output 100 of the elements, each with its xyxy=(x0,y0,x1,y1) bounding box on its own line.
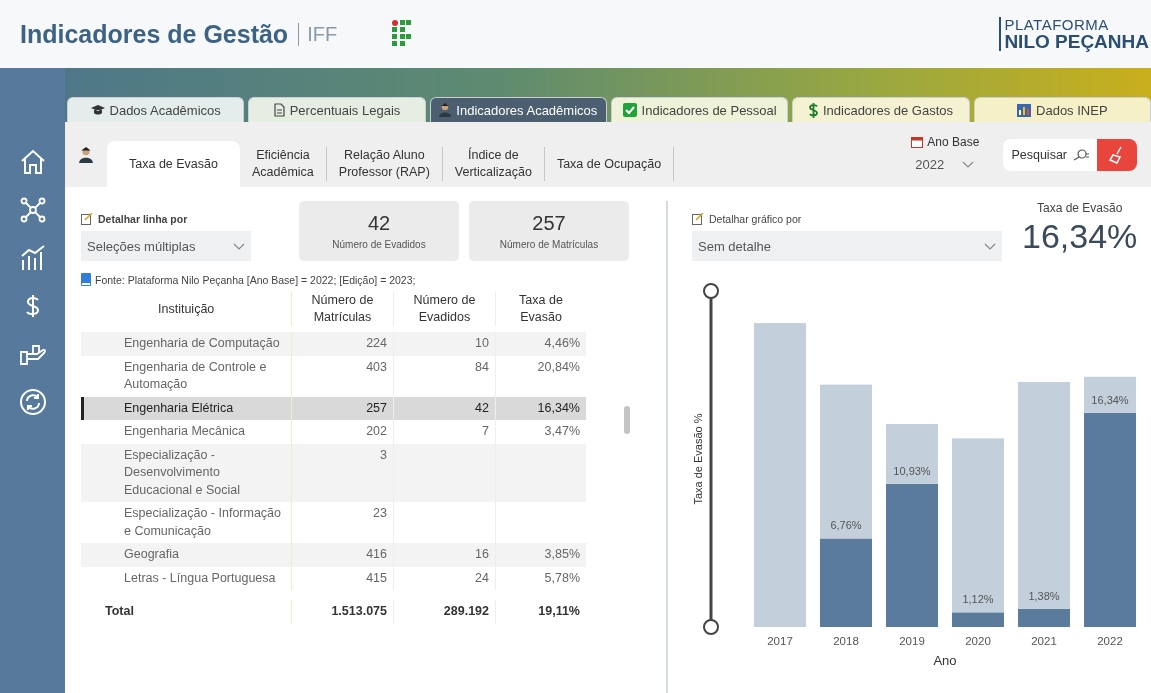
table-cell: 3,47% xyxy=(544,424,580,438)
table-cell: 7 xyxy=(482,424,489,438)
chart-detail-dropdown[interactable]: Sem detalhe xyxy=(692,231,1002,261)
table-cell: Letras - Língua Portuguesa xyxy=(124,570,276,585)
table-row[interactable]: Geografia 416 16 3,85% xyxy=(81,543,586,567)
column-header[interactable]: Número de Evadidos xyxy=(393,292,495,326)
table-row[interactable]: Especialização - Desenvolvimento Educacional e Social 3 xyxy=(81,443,586,502)
bar[interactable] xyxy=(952,612,1004,627)
x-axis-label: 2018 xyxy=(833,635,859,647)
chevron-down-icon xyxy=(962,161,975,168)
table-row[interactable]: Letras - Língua Portuguesa 415 24 5,78% xyxy=(81,566,586,590)
x-axis-label: 2017 xyxy=(767,635,793,647)
table-cell: 224 xyxy=(366,336,387,350)
chevron-down-icon xyxy=(233,242,245,250)
table-cell: Geografia xyxy=(124,547,179,561)
subtab[interactable]: Relação Aluno Professor (RAP) xyxy=(326,147,443,181)
tab[interactable]: Percentuais Legais xyxy=(248,97,426,122)
kpi-value: 257 xyxy=(532,212,566,235)
total-cell: Total xyxy=(105,604,134,618)
document-icon xyxy=(273,103,285,117)
tab[interactable]: Indicadores Acadêmicos xyxy=(429,97,607,122)
x-axis-label: 2022 xyxy=(1097,635,1123,647)
calendar-icon xyxy=(911,136,924,148)
note-icon xyxy=(81,213,93,225)
table-cell: 5,78% xyxy=(544,570,580,585)
person-icon xyxy=(79,146,93,163)
dollar-icon xyxy=(808,102,818,118)
tab[interactable]: Dados Acadêmicos xyxy=(67,97,245,122)
table-cell: Engenharia Mecânica xyxy=(124,424,245,438)
table-cell: Especialização - Desenvolvimento Educacional e Social xyxy=(124,447,241,497)
year-filter-label: Ano Base xyxy=(927,135,980,149)
data-label: 1,38% xyxy=(1028,589,1060,602)
table-cell: 415 xyxy=(366,570,387,585)
person-icon xyxy=(439,103,452,117)
data-label: 16,34% xyxy=(1091,393,1129,406)
kpi-value: 42 xyxy=(367,212,391,235)
subtab[interactable]: Taxa de Ocupação xyxy=(544,147,675,181)
kpi-label: Número de Matrículas xyxy=(499,239,599,250)
total-cell: 19,11% xyxy=(538,604,580,618)
detail-line-label: Detalhar linha por xyxy=(98,213,188,225)
table-cell: 23 xyxy=(373,506,387,520)
org-name: IFF xyxy=(298,22,338,46)
x-axis-label: 2020 xyxy=(965,635,991,647)
data-label: 1,12% xyxy=(962,593,994,606)
subtab[interactable]: Índice de Verticalização xyxy=(442,147,545,181)
clear-filters-button[interactable] xyxy=(1097,138,1137,171)
table-cell: Especialização - Informação e Comunicação xyxy=(124,506,282,538)
kpi-label: Número de Evadidos xyxy=(332,239,426,250)
y-axis-title: Taxa de Evasão % xyxy=(692,413,704,505)
institute-logo-icon xyxy=(391,19,414,49)
broom-icon xyxy=(1109,145,1125,164)
table-row[interactable]: Engenharia de Controle e Automação 403 84 20,84% xyxy=(81,355,586,397)
total-cell: 1.513.075 xyxy=(331,604,387,618)
scrollbar-thumb[interactable] xyxy=(624,406,630,434)
x-axis-title: Ano xyxy=(933,653,957,668)
page-title: Indicadores de Gestão xyxy=(20,19,289,49)
table-cell: 84 xyxy=(475,359,489,374)
data-label: 10,93% xyxy=(893,464,931,477)
platform-logo: PLATAFORMA NILO PEÇANHA xyxy=(999,17,1149,51)
chevron-down-icon xyxy=(984,242,996,250)
total-cell: 289.192 xyxy=(443,604,489,618)
table-row[interactable]: Engenharia Elétrica 257 42 16,34% xyxy=(81,396,586,420)
table-cell: 403 xyxy=(366,359,387,374)
table-cell: Engenharia de Computação xyxy=(124,336,280,350)
bar[interactable] xyxy=(886,423,938,484)
detail-chart-label: Detalhar gráfico por xyxy=(709,213,802,225)
bar[interactable] xyxy=(1084,376,1136,413)
range-slider[interactable] xyxy=(703,283,719,635)
table-row[interactable]: Engenharia Mecânica 202 7 3,47% xyxy=(81,420,586,444)
search-icon xyxy=(1073,148,1089,161)
year-dropdown[interactable]: 2022 xyxy=(911,155,980,174)
subtab[interactable]: Taxa de Evasão xyxy=(107,141,240,187)
kpi-label: Taxa de Evasão xyxy=(1036,201,1123,215)
column-header[interactable]: Taxa de Evasão xyxy=(495,292,586,326)
table-row[interactable]: Engenharia de Computação 224 10 4,46% xyxy=(81,332,586,356)
bar-chart-icon xyxy=(1017,103,1032,117)
sync-icon[interactable] xyxy=(18,388,47,416)
column-header[interactable]: Instituição xyxy=(81,300,291,318)
network-icon[interactable] xyxy=(18,196,47,224)
table-cell: 3,85% xyxy=(544,547,580,561)
graduation-cap-icon xyxy=(90,104,105,116)
line-detail-dropdown[interactable]: Seleções múltiplas xyxy=(81,231,251,261)
tab[interactable]: Indicadores de Gastos xyxy=(792,97,970,122)
table-cell: 202 xyxy=(366,424,387,438)
table-cell: Engenharia Elétrica xyxy=(124,400,234,415)
data-label: 6,76% xyxy=(830,519,862,532)
column-header[interactable]: Número de Matrículas xyxy=(291,292,393,326)
table-cell: 10 xyxy=(475,336,489,350)
table-cell: 16 xyxy=(475,547,489,561)
table-cell: 4,46% xyxy=(544,336,580,350)
tab[interactable]: Indicadores de Pessoal xyxy=(611,97,789,122)
x-axis-label: 2019 xyxy=(899,635,925,647)
table-cell: 20,84% xyxy=(537,359,580,374)
subtab[interactable]: Eficiência Acadêmica xyxy=(239,147,327,181)
tab[interactable]: Dados INEP xyxy=(973,97,1151,122)
table-cell: 16,34% xyxy=(537,400,580,415)
x-axis-label: 2021 xyxy=(1031,635,1057,647)
book-icon xyxy=(81,273,91,286)
table-cell: 257 xyxy=(366,400,387,415)
search-button[interactable]: Pesquisar xyxy=(1003,138,1097,171)
